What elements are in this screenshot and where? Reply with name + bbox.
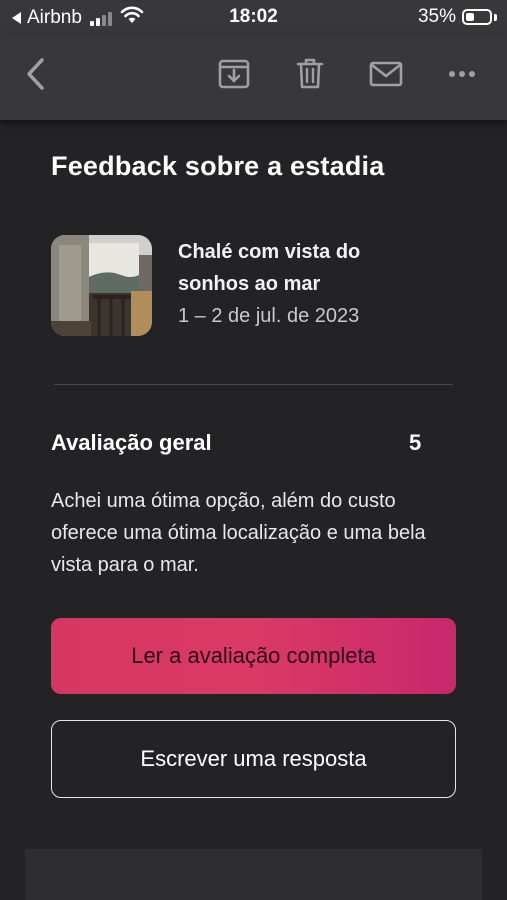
mail-toolbar	[0, 34, 507, 120]
write-reply-button[interactable]: Escrever uma resposta	[51, 720, 456, 798]
rating-value: 5	[409, 430, 422, 455]
battery-fill	[466, 13, 474, 21]
footer-block	[25, 849, 482, 900]
listing-name[interactable]: Chalé com vista do sonhos ao mar	[178, 236, 418, 300]
delete-button[interactable]	[288, 52, 332, 96]
page-title: Feedback sobre a estadia	[51, 151, 385, 181]
battery-percent: 35%	[417, 6, 456, 27]
more-icon	[449, 71, 475, 77]
archive-button[interactable]	[212, 52, 256, 96]
archive-icon	[218, 59, 250, 89]
status-bar: Airbnb 18:02 35%	[0, 0, 507, 34]
battery-icon	[462, 9, 492, 25]
review-text: Achei uma ótima opção, além do custo ofe…	[51, 490, 426, 576]
listing-dates: 1 – 2 de jul. de 2023	[178, 305, 360, 327]
back-chevron-icon	[27, 58, 44, 90]
rating-label: Avaliação geral	[51, 430, 212, 455]
mark-unread-button[interactable]	[364, 52, 408, 96]
divider	[54, 384, 453, 385]
more-button[interactable]	[440, 52, 484, 96]
read-full-review-button[interactable]: Ler a avaliação completa	[51, 618, 456, 694]
mail-icon	[369, 61, 403, 87]
listing-photo	[51, 235, 152, 336]
battery-tip	[494, 13, 497, 21]
status-right: 35%	[418, 6, 497, 28]
back-button[interactable]	[13, 52, 57, 96]
trash-icon	[296, 58, 324, 89]
